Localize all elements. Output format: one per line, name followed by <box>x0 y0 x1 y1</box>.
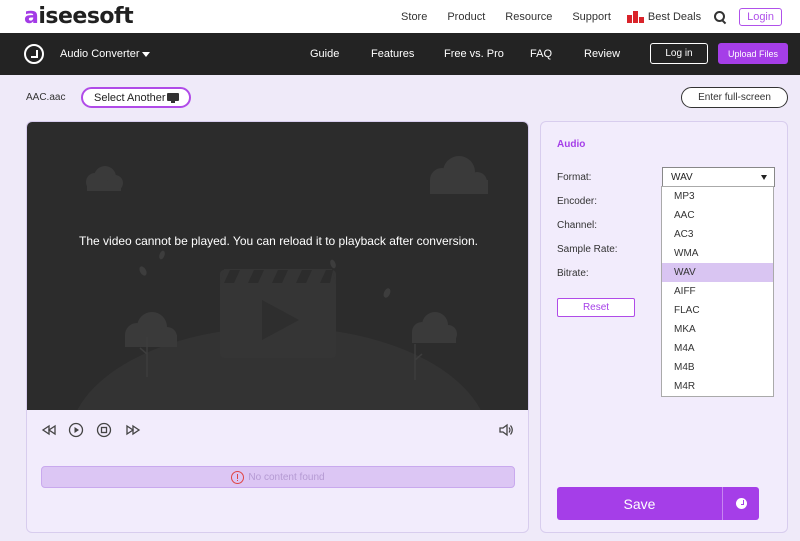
format-select[interactable]: WAV <box>662 167 775 187</box>
placeholder-illustration <box>77 156 488 410</box>
play-icon[interactable] <box>68 422 84 438</box>
top-bar: aiseesoft Store Product Resource Support… <box>0 0 800 33</box>
nav-link-review[interactable]: Review <box>584 48 620 60</box>
format-option-aiff[interactable]: AIFF <box>662 282 773 301</box>
rewind-icon[interactable] <box>41 422 57 438</box>
channel-label: Channel: <box>557 220 598 231</box>
format-option-ac3[interactable]: AC3 <box>662 225 773 244</box>
format-option-wav[interactable]: WAV <box>662 263 773 282</box>
video-area[interactable]: The video cannot be played. You can relo… <box>27 122 528 410</box>
chevron-down-icon[interactable] <box>142 52 150 57</box>
format-option-mp3[interactable]: MP3 <box>662 187 773 206</box>
best-deals-link[interactable]: Best Deals <box>626 10 701 23</box>
upload-files-button[interactable]: Upload Files <box>718 43 788 64</box>
top-link-store[interactable]: Store <box>401 11 427 23</box>
deals-icon <box>626 10 645 23</box>
nav-link-guide[interactable]: Guide <box>310 48 339 60</box>
conversion-progress-bar: No content found <box>41 466 515 488</box>
save-button[interactable]: Save <box>557 487 722 520</box>
format-option-m4r[interactable]: M4R <box>662 377 773 396</box>
volume-icon[interactable] <box>498 422 514 438</box>
product-nav-bar: Audio Converter Guide Features Free vs. … <box>0 33 800 75</box>
format-option-m4b[interactable]: M4B <box>662 358 773 377</box>
select-another-button[interactable]: Select Another <box>81 87 191 108</box>
audio-converter-icon[interactable] <box>24 44 44 64</box>
brand-logo[interactable]: aiseesoft <box>24 4 134 29</box>
top-link-resource[interactable]: Resource <box>505 11 552 23</box>
playback-message: The video cannot be played. You can relo… <box>79 234 478 248</box>
format-label: Format: <box>557 172 592 183</box>
nav-login-button[interactable]: Log in <box>650 43 708 64</box>
sample-rate-label: Sample Rate: <box>557 244 618 255</box>
video-player: The video cannot be played. You can relo… <box>26 121 529 533</box>
nav-link-faq[interactable]: FAQ <box>530 48 552 60</box>
enter-fullscreen-button[interactable]: Enter full-screen <box>681 87 788 108</box>
product-title[interactable]: Audio Converter <box>60 48 140 60</box>
format-option-m4a[interactable]: M4A <box>662 339 773 358</box>
stop-icon[interactable] <box>96 422 112 438</box>
bitrate-label: Bitrate: <box>557 268 589 279</box>
format-option-aac[interactable]: AAC <box>662 206 773 225</box>
format-option-wma[interactable]: WMA <box>662 244 773 263</box>
monitor-icon <box>167 93 179 103</box>
format-option-mka[interactable]: MKA <box>662 320 773 339</box>
file-name: AAC.aac <box>26 92 66 103</box>
format-option-flac[interactable]: FLAC <box>662 301 773 320</box>
chevron-down-icon <box>761 175 767 180</box>
warning-icon <box>231 470 245 484</box>
top-nav: Store Product Resource Support Best Deal… <box>381 0 782 33</box>
top-login-button[interactable]: Login <box>739 7 782 26</box>
fast-forward-icon[interactable] <box>125 422 141 438</box>
nav-link-free-vs-pro[interactable]: Free vs. Pro <box>444 48 504 60</box>
reset-button[interactable]: Reset <box>557 298 635 317</box>
format-dropdown-list: MP3 AAC AC3 WMA WAV AIFF FLAC MKA M4A M4… <box>661 186 774 397</box>
nav-link-features[interactable]: Features <box>371 48 414 60</box>
search-icon[interactable] <box>713 10 727 24</box>
schedule-button[interactable] <box>722 487 759 520</box>
clock-icon <box>736 498 747 509</box>
player-controls <box>27 410 528 450</box>
encoder-label: Encoder: <box>557 196 598 207</box>
top-link-product[interactable]: Product <box>447 11 485 23</box>
top-link-support[interactable]: Support <box>572 11 611 23</box>
audio-heading: Audio <box>557 139 586 150</box>
